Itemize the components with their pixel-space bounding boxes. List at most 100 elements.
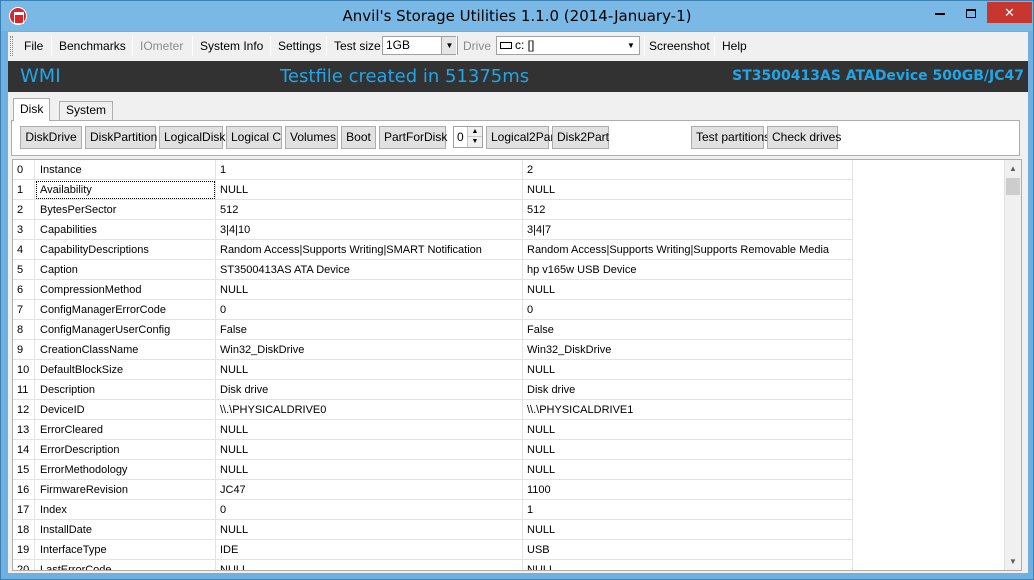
table-row[interactable]: 15 ErrorMethodology NULL NULL bbox=[13, 460, 853, 480]
table-row[interactable]: 8 ConfigManagerUserConfig False False bbox=[13, 320, 853, 340]
instance-2-value[interactable]: NULL bbox=[523, 460, 853, 480]
instance-2-value[interactable]: Disk drive bbox=[523, 380, 853, 400]
table-row[interactable]: 20 LastErrorCode NULL NULL bbox=[13, 560, 853, 570]
instance-1-value[interactable]: 0 bbox=[216, 300, 523, 320]
property-name[interactable]: CompressionMethod bbox=[35, 280, 216, 300]
property-name[interactable]: CreationClassName bbox=[35, 340, 216, 360]
chevron-down-icon[interactable]: ▼ bbox=[623, 37, 639, 54]
table-row[interactable]: 14 ErrorDescription NULL NULL bbox=[13, 440, 853, 460]
table-row[interactable]: 0 Instance 1 2 bbox=[13, 160, 853, 180]
instance-2-value[interactable]: 512 bbox=[523, 200, 853, 220]
logicaldisk-button[interactable]: LogicalDisk bbox=[159, 126, 225, 149]
row-index[interactable]: 12 bbox=[13, 400, 35, 420]
row-index[interactable]: 10 bbox=[13, 360, 35, 380]
row-index[interactable]: 11 bbox=[13, 380, 35, 400]
row-index[interactable]: 17 bbox=[13, 500, 35, 520]
row-index[interactable]: 19 bbox=[13, 540, 35, 560]
instance-2-value[interactable]: 0 bbox=[523, 300, 853, 320]
diskdrive-button[interactable]: DiskDrive bbox=[20, 126, 82, 149]
instance-2-value[interactable]: 3|4|7 bbox=[523, 220, 853, 240]
table-row[interactable]: 4 CapabilityDescriptions Random Access|Sup… bbox=[13, 240, 853, 260]
instance-1-value[interactable]: NULL bbox=[216, 560, 523, 570]
instance-1-value[interactable]: NULL bbox=[216, 280, 523, 300]
row-index[interactable]: 6 bbox=[13, 280, 35, 300]
menu-iometer[interactable]: IOmeter bbox=[140, 32, 183, 60]
row-index[interactable]: 2 bbox=[13, 200, 35, 220]
table-row[interactable]: 11 Description Disk drive Disk drive bbox=[13, 380, 853, 400]
property-name[interactable]: DeviceID bbox=[35, 400, 216, 420]
property-name[interactable]: ErrorCleared bbox=[35, 420, 216, 440]
property-name[interactable]: ConfigManagerUserConfig bbox=[35, 320, 216, 340]
row-index[interactable]: 9 bbox=[13, 340, 35, 360]
property-name[interactable]: FirmwareRevision bbox=[35, 480, 216, 500]
instance-1-value[interactable]: 1 bbox=[216, 160, 523, 180]
row-index[interactable]: 15 bbox=[13, 460, 35, 480]
chevron-down-icon[interactable]: ▼ bbox=[467, 137, 482, 147]
vertical-scrollbar[interactable]: ▲ ▼ bbox=[1004, 160, 1021, 570]
scroll-down-icon[interactable]: ▼ bbox=[1005, 553, 1021, 570]
table-row[interactable]: 3 Capabilities 3|4|10 3|4|7 bbox=[13, 220, 853, 240]
row-index[interactable]: 20 bbox=[13, 560, 35, 570]
scroll-up-icon[interactable]: ▲ bbox=[1005, 160, 1021, 177]
disk2part-button[interactable]: Disk2Part bbox=[552, 126, 609, 149]
table-row[interactable]: 2 BytesPerSector 512 512 bbox=[13, 200, 853, 220]
instance-1-value[interactable]: Disk drive bbox=[216, 380, 523, 400]
property-name[interactable]: ErrorMethodology bbox=[35, 460, 216, 480]
menu-settings[interactable]: Settings bbox=[278, 32, 321, 60]
instance-2-value[interactable]: 1 bbox=[523, 500, 853, 520]
instance-2-value[interactable]: False bbox=[523, 320, 853, 340]
property-name[interactable]: LastErrorCode bbox=[35, 560, 216, 570]
title-bar[interactable]: Anvil's Storage Utilities 1.1.0 (2014-Ja… bbox=[1, 1, 1033, 31]
property-name[interactable]: CapabilityDescriptions bbox=[35, 240, 216, 260]
instance-1-value[interactable]: NULL bbox=[216, 420, 523, 440]
tab-disk[interactable]: Disk bbox=[13, 98, 51, 121]
table-row[interactable]: 12 DeviceID \\.\PHYSICALDRIVE0 \\.\PHYSICAL… bbox=[13, 400, 853, 420]
maximize-button[interactable] bbox=[956, 2, 986, 23]
instance-2-value[interactable]: 2 bbox=[523, 160, 853, 180]
instance-1-value[interactable]: 3|4|10 bbox=[216, 220, 523, 240]
diskpartition-button[interactable]: DiskPartition bbox=[85, 126, 157, 149]
table-row[interactable]: 13 ErrorCleared NULL NULL bbox=[13, 420, 853, 440]
table-row[interactable]: 5 Caption ST3500413AS ATA Device hp v165w U… bbox=[13, 260, 853, 280]
instance-1-value[interactable]: Win32_DiskDrive bbox=[216, 340, 523, 360]
menu-screenshot[interactable]: Screenshot bbox=[649, 32, 710, 60]
row-index[interactable]: 1 bbox=[13, 180, 35, 200]
instance-2-value[interactable]: \\.\PHYSICALDRIVE1 bbox=[523, 400, 853, 420]
table-row[interactable]: 6 CompressionMethod NULL NULL bbox=[13, 280, 853, 300]
boot-button[interactable]: Boot bbox=[341, 126, 376, 149]
logical-c-button[interactable]: Logical C bbox=[226, 126, 282, 149]
instance-1-value[interactable]: Random Access|Supports Writing|SMART Not… bbox=[216, 240, 523, 260]
instance-2-value[interactable]: NULL bbox=[523, 360, 853, 380]
disk-index-stepper[interactable]: 0 ▲ ▼ bbox=[453, 126, 483, 148]
instance-1-value[interactable]: ST3500413AS ATA Device bbox=[216, 260, 523, 280]
property-name[interactable]: Capabilities bbox=[35, 220, 216, 240]
instance-2-value[interactable]: NULL bbox=[523, 180, 853, 200]
instance-1-value[interactable]: False bbox=[216, 320, 523, 340]
row-index[interactable]: 0 bbox=[13, 160, 35, 180]
instance-2-value[interactable]: USB bbox=[523, 540, 853, 560]
table-row[interactable]: 17 Index 0 1 bbox=[13, 500, 853, 520]
minimize-button[interactable] bbox=[925, 2, 955, 23]
chevron-down-icon[interactable]: ▼ bbox=[441, 37, 457, 54]
instance-1-value[interactable]: NULL bbox=[216, 460, 523, 480]
row-index[interactable]: 13 bbox=[13, 420, 35, 440]
row-index[interactable]: 5 bbox=[13, 260, 35, 280]
table-row[interactable]: 19 InterfaceType IDE USB bbox=[13, 540, 853, 560]
property-name[interactable]: Instance bbox=[35, 160, 216, 180]
table-row[interactable]: 1 Availability NULL NULL bbox=[13, 180, 853, 200]
instance-2-value[interactable]: 1100 bbox=[523, 480, 853, 500]
property-name[interactable]: Index bbox=[35, 500, 216, 520]
property-name[interactable]: Caption bbox=[35, 260, 216, 280]
instance-1-value[interactable]: NULL bbox=[216, 180, 523, 200]
instance-1-value[interactable]: JC47 bbox=[216, 480, 523, 500]
property-name[interactable]: InterfaceType bbox=[35, 540, 216, 560]
instance-2-value[interactable]: hp v165w USB Device bbox=[523, 260, 853, 280]
row-index[interactable]: 18 bbox=[13, 520, 35, 540]
instance-1-value[interactable]: NULL bbox=[216, 520, 523, 540]
toolbar-grip[interactable] bbox=[10, 36, 13, 56]
close-button[interactable]: ✕ bbox=[987, 2, 1032, 23]
row-index[interactable]: 14 bbox=[13, 440, 35, 460]
row-index[interactable]: 3 bbox=[13, 220, 35, 240]
instance-2-value[interactable]: NULL bbox=[523, 520, 853, 540]
wmi-data-grid[interactable]: 0 Instance 1 2 1 Availability NULL NULL 2 BytesPe… bbox=[12, 159, 1022, 571]
